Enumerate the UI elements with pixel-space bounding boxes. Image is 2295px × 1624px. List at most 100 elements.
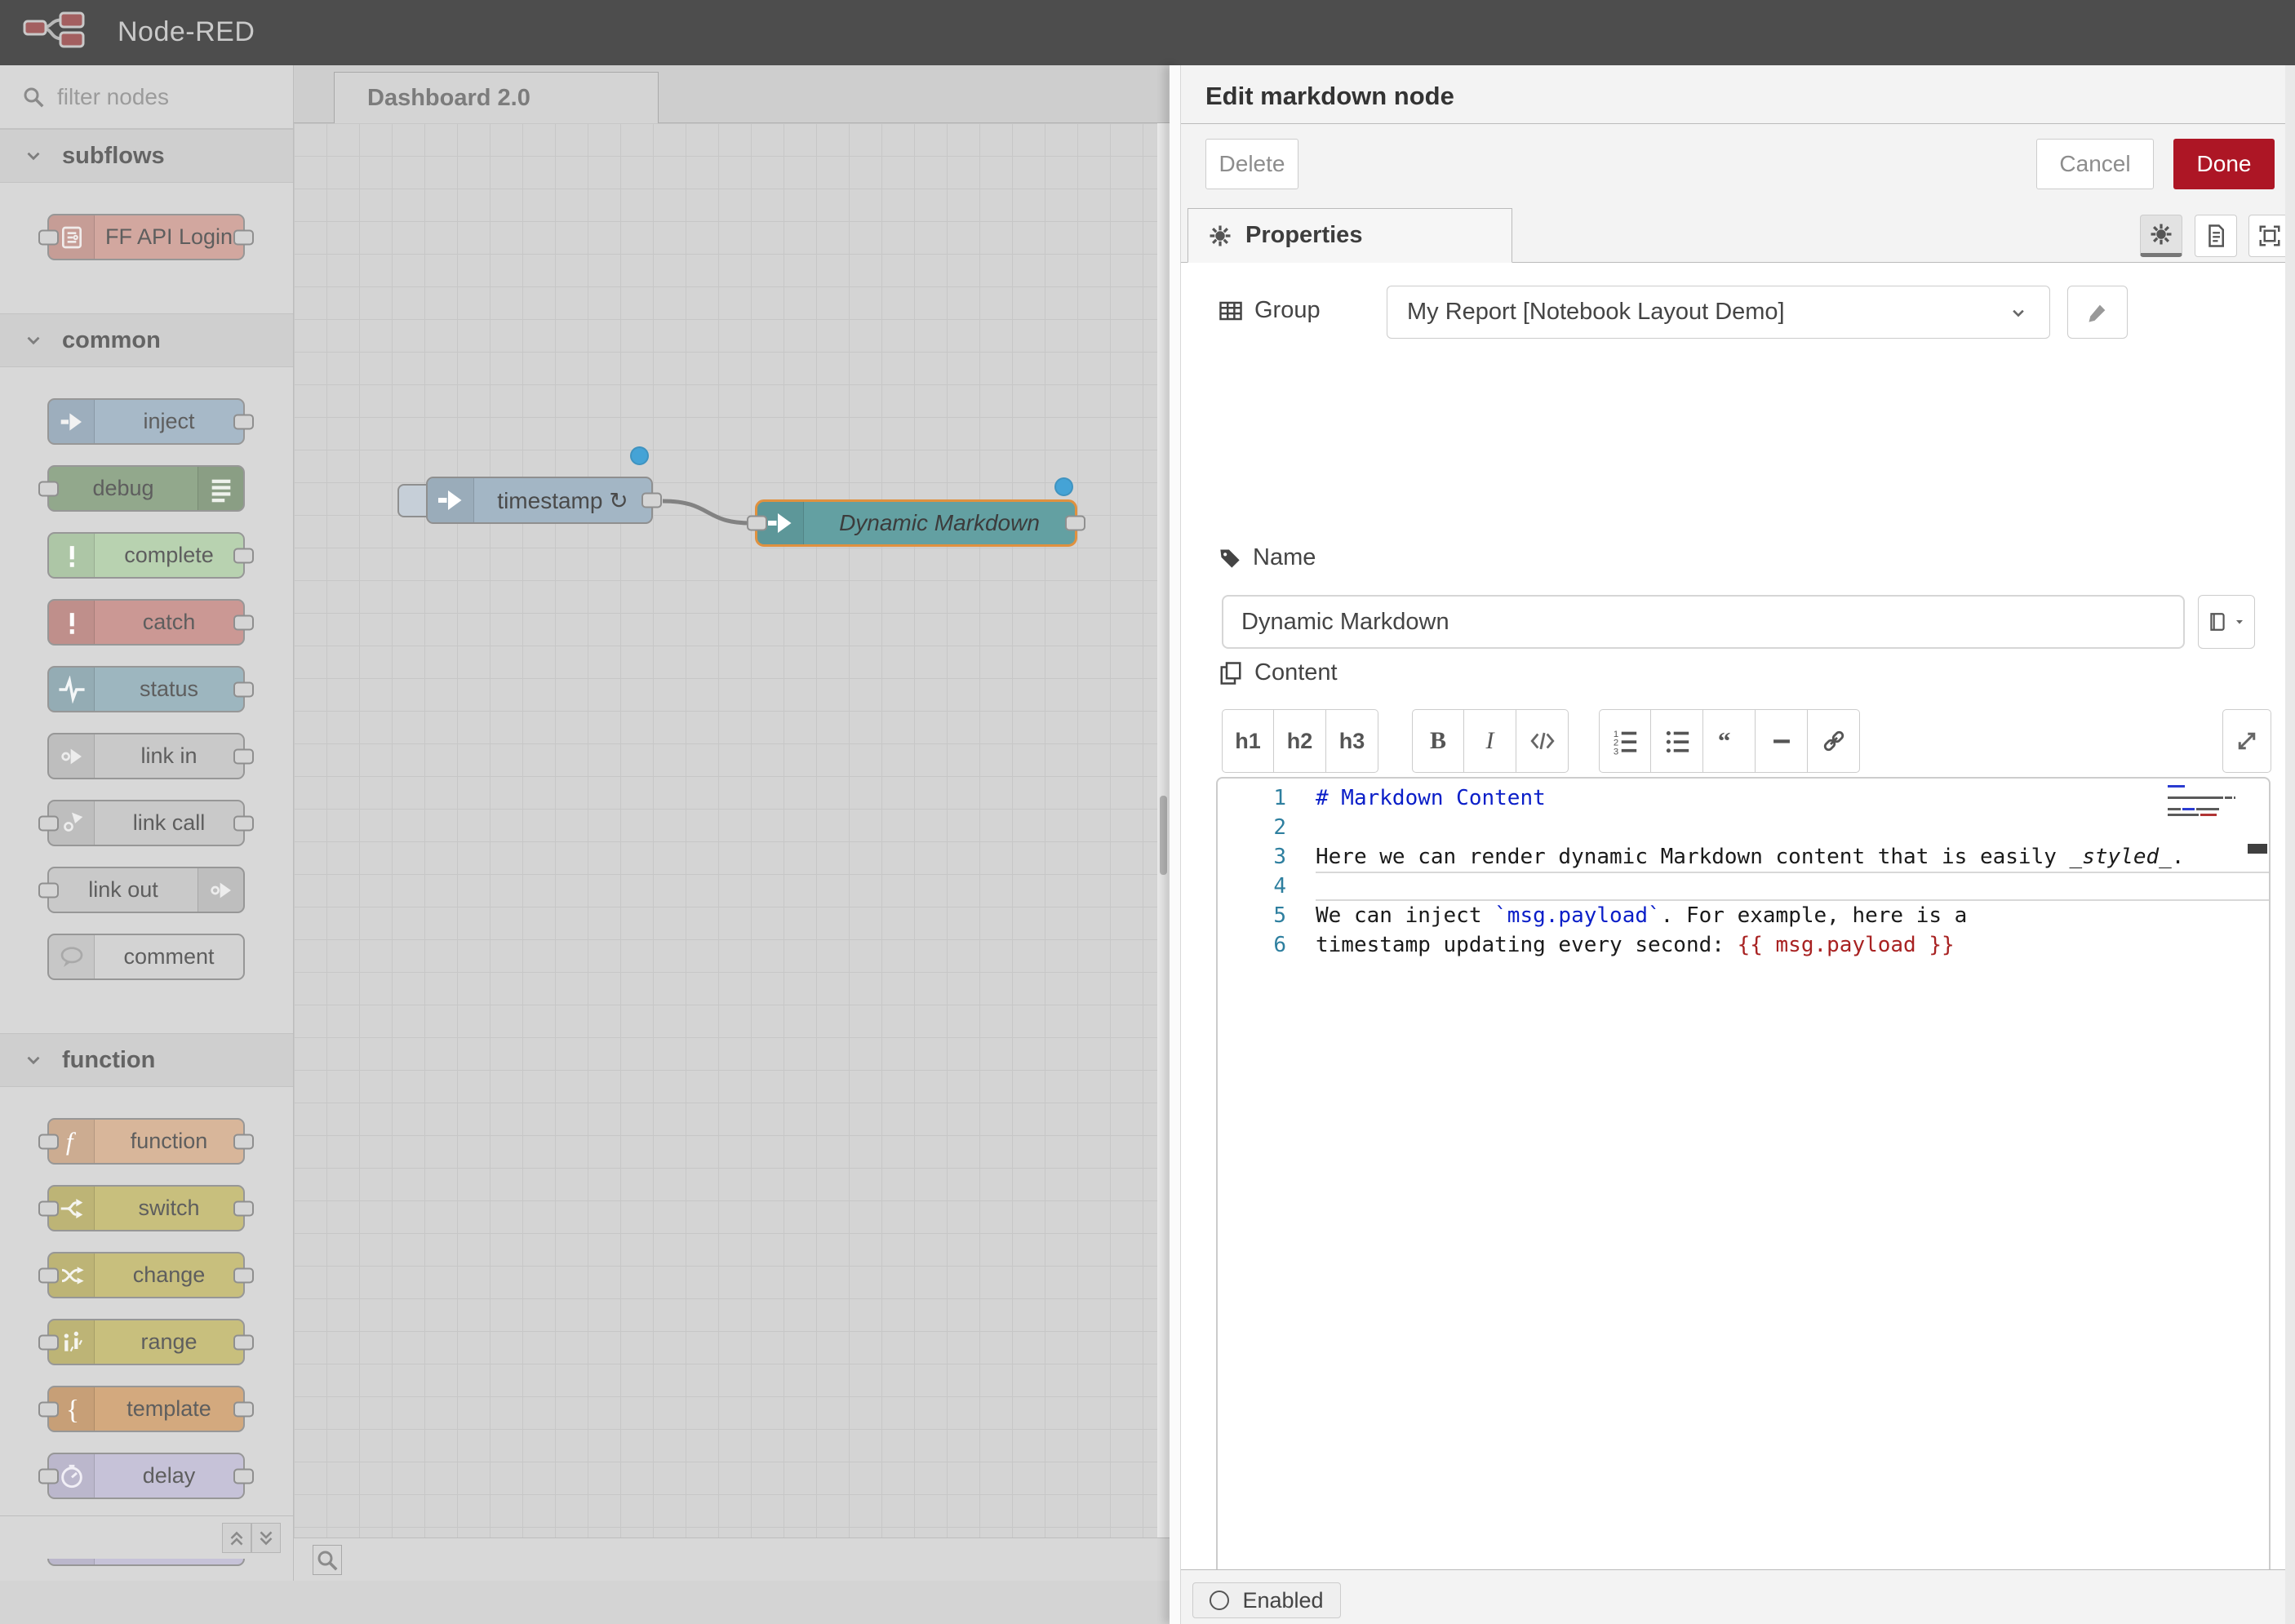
flow-tab-dashboard[interactable]: Dashboard 2.0	[334, 72, 659, 124]
input-port[interactable]	[38, 1468, 59, 1484]
palette-category-subflows[interactable]: subflows	[0, 129, 293, 183]
md-ordered-list-button[interactable]: 123	[1599, 709, 1651, 773]
md-heading-2-button[interactable]: h2	[1274, 709, 1326, 773]
palette-node-range[interactable]: range	[47, 1319, 245, 1365]
editor-line-6: 6timestamp updating every second: {{ msg…	[1218, 930, 2269, 960]
md-heading-1-button[interactable]: h1	[1222, 709, 1274, 773]
palette-node-link-out[interactable]: link out	[47, 867, 245, 913]
node-settings-button[interactable]	[2140, 215, 2182, 257]
palette-node-label: FF API Login	[95, 215, 243, 259]
chevron-down-icon	[23, 1049, 44, 1071]
output-port[interactable]	[233, 1134, 254, 1149]
palette-node-function[interactable]: ffunction	[47, 1118, 245, 1165]
search-icon	[21, 85, 46, 109]
enabled-circle-icon	[1210, 1591, 1229, 1610]
cancel-button[interactable]: Cancel	[2036, 139, 2154, 189]
md-toolbar-group-2: 123 “	[1599, 709, 1860, 773]
search-flows-button[interactable]	[313, 1545, 342, 1575]
palette-category-body-subflows: FF API Login	[0, 183, 293, 313]
node-changed-indicator	[1054, 477, 1073, 496]
output-port[interactable]	[233, 229, 254, 245]
palette-search-input[interactable]: filter nodes	[0, 65, 293, 129]
output-port[interactable]	[1065, 516, 1085, 531]
palette-node-complete[interactable]: complete	[47, 532, 245, 579]
palette-node-delay[interactable]: delay	[47, 1453, 245, 1499]
input-port[interactable]	[38, 815, 59, 831]
palette-node-catch[interactable]: catch	[47, 599, 245, 646]
done-button[interactable]: Done	[2173, 139, 2275, 189]
node-red-app: Node-RED filter nodes subflows FF API Log…	[0, 0, 2295, 1624]
tab-properties[interactable]: Properties	[1187, 208, 1512, 263]
output-port[interactable]	[233, 1401, 254, 1417]
delete-button[interactable]: Delete	[1205, 139, 1298, 189]
output-port[interactable]	[233, 1334, 254, 1350]
palette-search-placeholder: filter nodes	[57, 84, 169, 110]
input-port[interactable]	[38, 481, 59, 496]
enabled-label: Enabled	[1242, 1588, 1323, 1613]
md-heading-3-button[interactable]: h3	[1326, 709, 1378, 773]
editor-line-4: 4	[1218, 872, 2269, 901]
palette-category-function[interactable]: function	[0, 1033, 293, 1087]
md-blockquote-button[interactable]: “	[1703, 709, 1756, 773]
tray-resize-handle[interactable]	[1170, 65, 1181, 1624]
output-port[interactable]	[233, 681, 254, 697]
output-port[interactable]	[233, 414, 254, 429]
palette-node-link-in[interactable]: link in	[47, 733, 245, 779]
palette-node-status[interactable]: status	[47, 666, 245, 712]
md-italic-button[interactable]: I	[1464, 709, 1516, 773]
palette-node-debug[interactable]: debug	[47, 465, 245, 512]
app-header: Node-RED	[0, 0, 2295, 65]
expand-editor-button[interactable]	[2222, 709, 2271, 773]
input-port[interactable]	[38, 1134, 59, 1149]
name-input[interactable]	[1222, 595, 2185, 649]
markdown-editor[interactable]: 1# Markdown Content23Here we can render …	[1216, 777, 2271, 1624]
md-horizontal-rule-button[interactable]	[1756, 709, 1808, 773]
output-port[interactable]	[233, 815, 254, 831]
edit-group-button[interactable]	[2067, 286, 2128, 339]
pages-icon	[1219, 661, 1243, 686]
input-port[interactable]	[38, 882, 59, 898]
palette-node-comment[interactable]: comment	[47, 934, 245, 980]
input-port[interactable]	[38, 1401, 59, 1417]
palette-node-link-call[interactable]: link call	[47, 800, 245, 846]
input-port[interactable]	[38, 1200, 59, 1216]
palette-node-label: function	[95, 1120, 243, 1163]
palette-node-template[interactable]: {template	[47, 1386, 245, 1432]
group-select[interactable]: My Report [Notebook Layout Demo]	[1387, 286, 2050, 339]
palette-node-switch[interactable]: switch	[47, 1185, 245, 1231]
md-bold-button[interactable]: B	[1412, 709, 1464, 773]
output-port[interactable]	[641, 493, 662, 508]
app-title: Node-RED	[118, 16, 255, 48]
palette-expand-all-button[interactable]	[251, 1523, 281, 1553]
palette-node-ff-api-login[interactable]: FF API Login	[47, 214, 245, 260]
output-port[interactable]	[233, 548, 254, 563]
input-port[interactable]	[747, 516, 767, 531]
palette-category-body-common: inject debug complete catch status link in lin…	[0, 367, 293, 1033]
flow-canvas[interactable]: timestamp ↻ Dynamic Markdown	[294, 123, 1157, 1537]
md-link-button[interactable]	[1808, 709, 1860, 773]
name-type-button[interactable]	[2198, 595, 2255, 649]
output-port[interactable]	[233, 1267, 254, 1283]
output-port[interactable]	[233, 748, 254, 764]
output-port[interactable]	[233, 615, 254, 630]
canvas-node-dynamic-markdown[interactable]: Dynamic Markdown	[755, 499, 1077, 547]
palette-node-inject[interactable]: inject	[47, 398, 245, 445]
line-number: 6	[1218, 930, 1316, 960]
group-field-label: Group	[1219, 297, 1321, 324]
canvas-scrollbar-thumb[interactable]	[1160, 796, 1167, 875]
palette-collapse-all-button[interactable]	[222, 1523, 251, 1553]
input-port[interactable]	[38, 1334, 59, 1350]
input-port[interactable]	[38, 229, 59, 245]
node-enabled-toggle[interactable]: Enabled	[1192, 1582, 1341, 1618]
md-unordered-list-button[interactable]	[1651, 709, 1703, 773]
node-description-button[interactable]	[2195, 215, 2237, 257]
workspace-footer	[294, 1537, 1170, 1581]
palette-category-common[interactable]: common	[0, 313, 293, 367]
md-code-button[interactable]	[1516, 709, 1569, 773]
output-port[interactable]	[233, 1468, 254, 1484]
palette-node-label: comment	[95, 935, 243, 978]
canvas-node-timestamp[interactable]: timestamp ↻	[426, 477, 653, 524]
palette-node-change[interactable]: change	[47, 1252, 245, 1298]
output-port[interactable]	[233, 1200, 254, 1216]
input-port[interactable]	[38, 1267, 59, 1283]
